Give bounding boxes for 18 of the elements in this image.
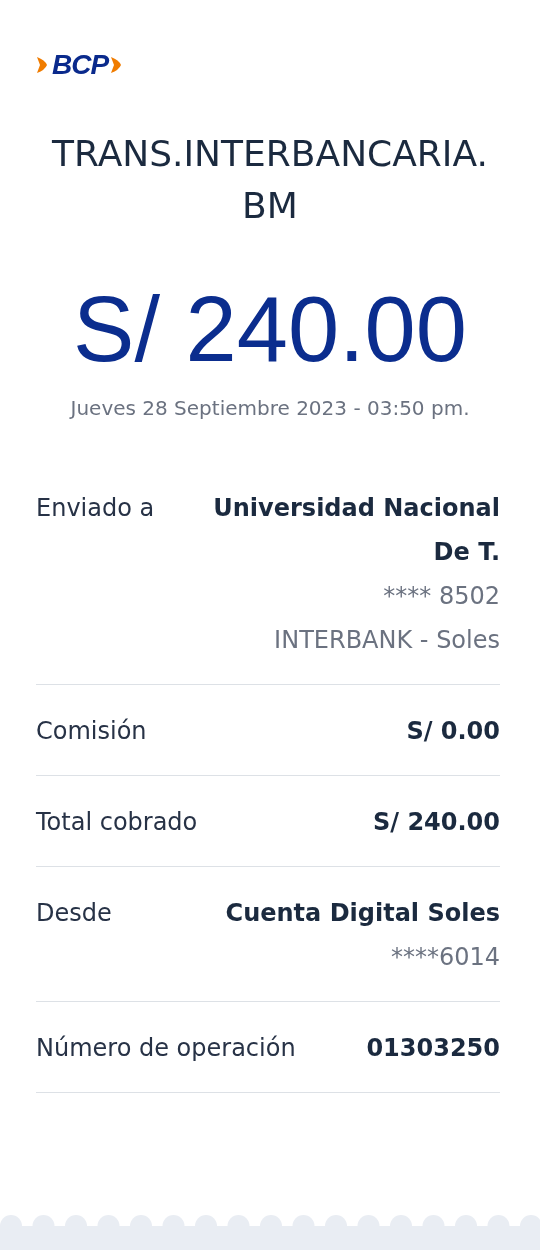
amount: S/ 240.00 — [72, 277, 468, 382]
detail-value: 01303250 — [366, 1033, 500, 1064]
chevron-icon — [36, 54, 50, 76]
detail-label: Comisión — [36, 716, 147, 747]
detail-label: Desde — [36, 898, 112, 929]
date-time: Jueves 28 Septiembre 2023 - 03:50 pm. — [68, 396, 471, 420]
detail-value: S/ 240.00 — [372, 807, 500, 838]
detail-subtext: ****6014 — [390, 942, 500, 973]
detail-subtext: **** 8502 — [383, 581, 500, 612]
detail-label: Número de operación — [36, 1033, 296, 1064]
detail-value: S/ 0.00 — [406, 716, 500, 747]
detail-label: Total cobrado — [36, 807, 198, 838]
detail-value: Universidad Nacional De T. — [212, 493, 500, 568]
detail-subtext: INTERBANK - Soles — [274, 625, 500, 656]
logo: BCP — [52, 50, 109, 80]
detail-label: Enviado a — [36, 493, 155, 524]
transaction-title: TRANS.INTERBANCARIA. BM — [51, 132, 489, 228]
detail-value: Cuenta Digital Soles — [225, 898, 500, 929]
